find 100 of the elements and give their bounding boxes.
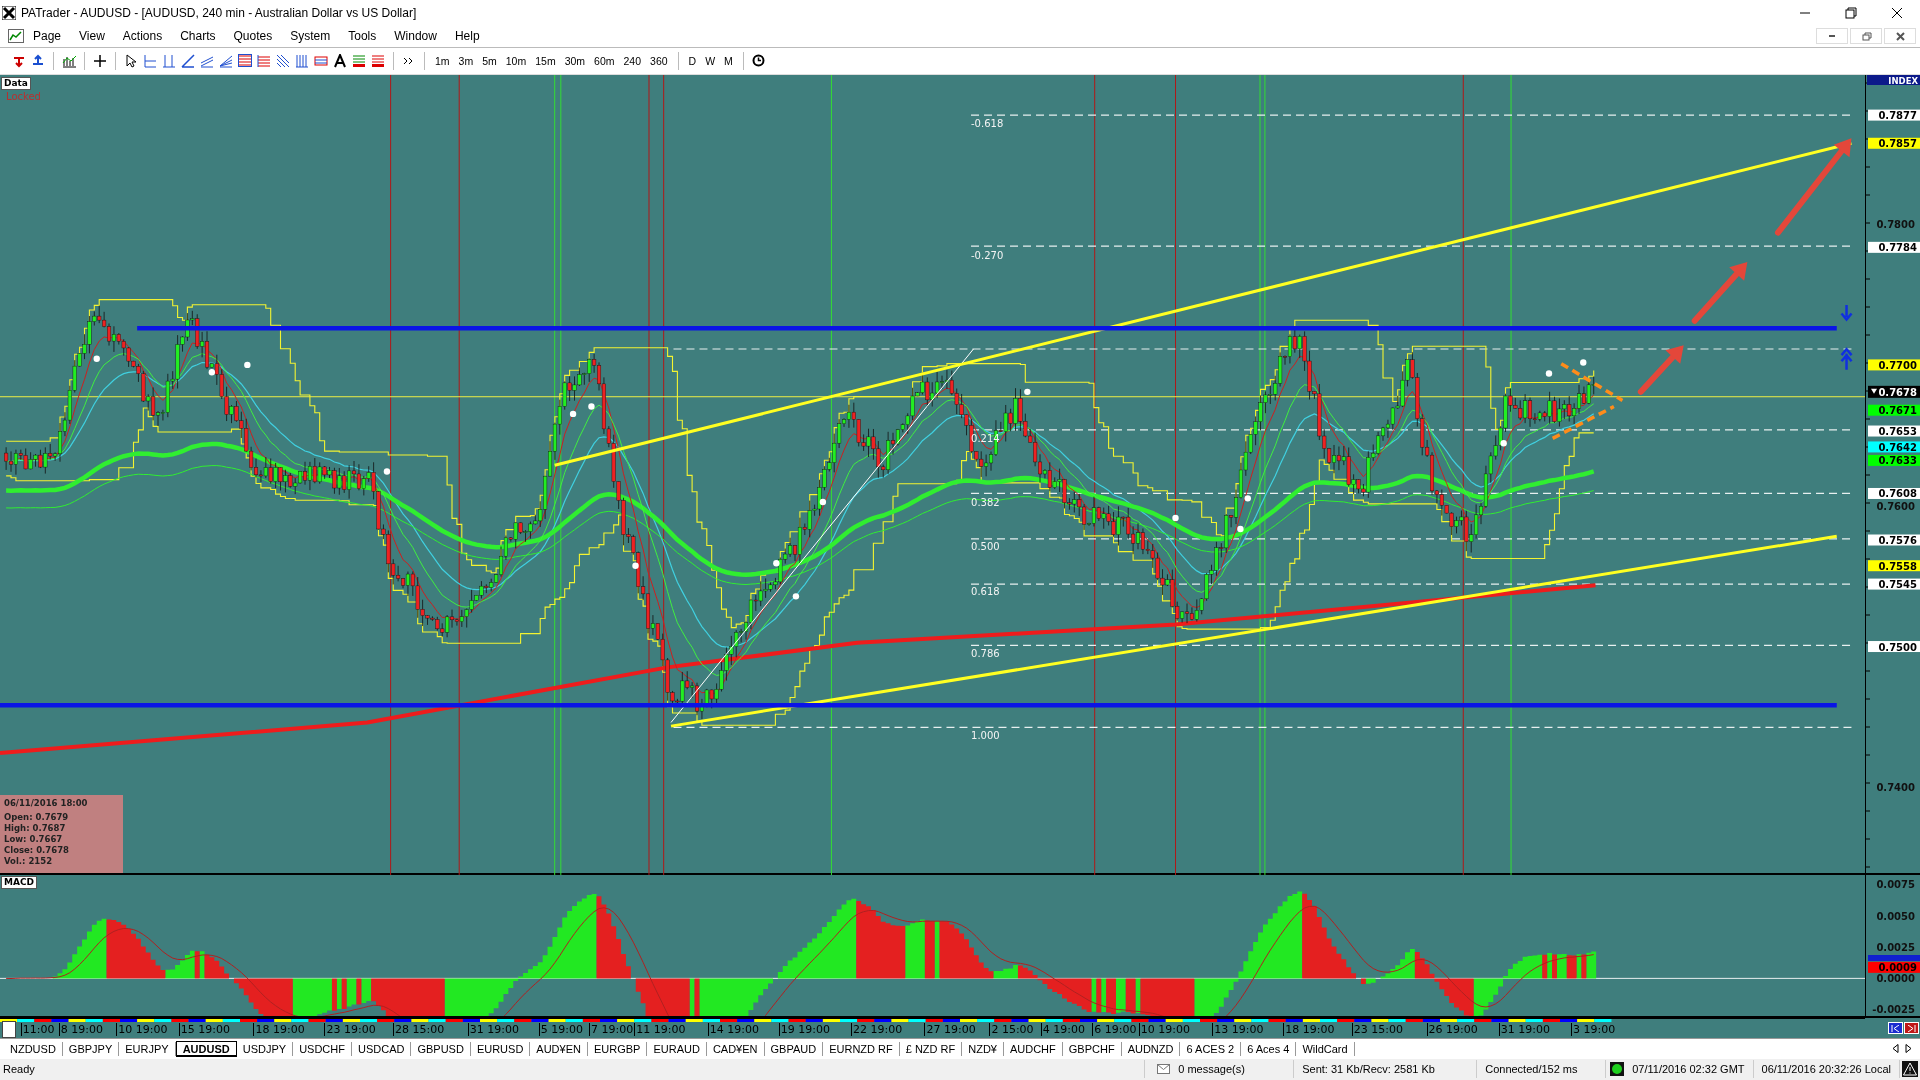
axis-label: 0.7800: [1876, 219, 1915, 231]
price-marker: 0.7877: [1868, 109, 1920, 122]
window-title: PATrader - AUDUSD - [AUDUSD, 240 min - Australian Dollar vs US Dollar]: [21, 5, 418, 20]
timeframe-button[interactable]: 15m: [533, 54, 558, 67]
data-button[interactable]: Data: [1, 77, 31, 91]
bar-value: Low: 0.7667: [4, 834, 64, 845]
period-button[interactable]: D: [686, 54, 699, 67]
timeframe-button[interactable]: 1m: [433, 54, 452, 67]
levels-icon[interactable]: [257, 53, 271, 68]
close-icon[interactable]: [1891, 6, 1903, 19]
fan-icon[interactable]: [219, 53, 233, 68]
scroll-right-icon[interactable]: [1905, 1044, 1912, 1054]
up-arrow-icon: [1840, 347, 1853, 372]
mail-icon: [1157, 1064, 1171, 1075]
menu-item[interactable]: Page: [24, 29, 71, 44]
indicator-label: MACD: [1, 876, 37, 890]
rectangle-tool-icon[interactable]: [314, 53, 328, 68]
price-marker: 0.7576: [1868, 534, 1920, 547]
child-close-button[interactable]: [1884, 28, 1916, 45]
fib-level-label: 0.618: [971, 586, 1000, 598]
bar-value: Open: 0.7679: [4, 812, 70, 823]
time-label: 22 19:00: [851, 1023, 903, 1037]
arrow: [1637, 345, 1684, 395]
buy-arrow-icon[interactable]: [31, 53, 45, 68]
fib-level-label: 0.382: [971, 496, 1000, 508]
font-icon[interactable]: [333, 53, 347, 68]
time-label: 7 19:00: [589, 1023, 634, 1037]
timeframe-button[interactable]: 30m: [562, 54, 588, 67]
bars-icon[interactable]: [295, 53, 309, 68]
menu-item[interactable]: Window: [385, 29, 446, 44]
time-label: 8 19:00: [58, 1023, 103, 1037]
time-label: 11 19:00: [634, 1023, 686, 1037]
timeframe-button[interactable]: 5m: [480, 54, 499, 67]
restore-icon: [1860, 31, 1872, 41]
time-label: 14 19:00: [707, 1023, 759, 1037]
pattern-tool-icon[interactable]: [352, 53, 366, 68]
timeframe-button[interactable]: 3m: [456, 54, 476, 67]
time-label: 28 15:00: [393, 1023, 445, 1037]
menu-item[interactable]: System: [281, 29, 340, 44]
time-label: 10 19:00: [1138, 1023, 1190, 1037]
time-label: 6 19:00: [1092, 1023, 1137, 1037]
crosshair-icon[interactable]: [93, 53, 107, 68]
bar-value: High: 0.7687: [4, 823, 67, 834]
child-minimize-button[interactable]: [1816, 28, 1848, 45]
scroll-left-icon[interactable]: [1892, 1044, 1899, 1054]
scroll-start-button[interactable]: [1888, 1022, 1903, 1035]
menu-item[interactable]: Charts: [171, 29, 225, 44]
current-price-marker: 0.7678: [1868, 385, 1920, 398]
price-marker: 0.7608: [1868, 488, 1920, 500]
period-button[interactable]: W: [703, 54, 718, 67]
axis-label: 0.0075: [1876, 879, 1915, 891]
time-label: 11:00: [20, 1023, 55, 1037]
timeframe-button[interactable]: 360: [648, 54, 670, 67]
timeframe-button[interactable]: 240: [621, 54, 644, 67]
price-marker: 0.7500: [1868, 641, 1920, 653]
price-marker: 0.7642: [1868, 441, 1920, 453]
axis-label: -0.0025: [1872, 1004, 1915, 1016]
axis-label: 0.0000: [1876, 973, 1915, 985]
message-count: 0 message(s): [1178, 1063, 1245, 1076]
chart-icon[interactable]: [8, 29, 24, 44]
axis-label: 0.0050: [1876, 911, 1915, 922]
restore-icon[interactable]: [1845, 6, 1857, 19]
arrow: [1691, 262, 1748, 324]
price-marker: 0.7857: [1868, 137, 1920, 150]
menu-item[interactable]: View: [70, 29, 114, 44]
time-label: 18 19:00: [253, 1023, 305, 1037]
menu-item[interactable]: Tools: [339, 29, 386, 44]
bar-time: 06/11/2016 18:00: [4, 798, 89, 809]
timeframe-button[interactable]: 10m: [503, 54, 529, 67]
timeframe-button[interactable]: 60m: [592, 54, 617, 67]
axis-label: 0.0025: [1876, 941, 1915, 953]
fib-level-label: -0.618: [971, 118, 1004, 130]
scroll-thumb[interactable]: [2, 1021, 16, 1039]
price-marker: 0.7633: [1868, 455, 1920, 467]
menu-item[interactable]: Help: [445, 29, 489, 44]
fib-level-label: 0.500: [971, 540, 1000, 552]
connection-text: Connected/152 ms: [1485, 1063, 1578, 1076]
bar-value: Vol.: 2152: [4, 856, 54, 867]
hatched-icon[interactable]: [276, 53, 290, 68]
time-label: 2 15:00: [989, 1023, 1034, 1037]
symbol-tab[interactable]: AUDUSD: [175, 1040, 237, 1057]
connection-status-icon: [1610, 1062, 1625, 1077]
scroll-end-button[interactable]: [1904, 1022, 1919, 1035]
menu-item[interactable]: Actions: [113, 29, 172, 44]
cursor-icon[interactable]: [124, 53, 138, 68]
fib-level-label: -0.270: [971, 250, 1004, 262]
time-label: 23 19:00: [324, 1023, 376, 1037]
chart-icon[interactable]: [62, 53, 76, 68]
levels-icon[interactable]: [238, 53, 252, 68]
time-label: 10 19:00: [116, 1023, 168, 1037]
stop-tool-icon[interactable]: [371, 53, 385, 68]
gmt-time: 07/11/2016 02:32 GMT: [1632, 1063, 1745, 1076]
menu-item[interactable]: Quotes: [224, 29, 282, 44]
price-marker: 0.7545: [1868, 578, 1920, 591]
axis-header: INDEX: [1867, 75, 1920, 86]
period-button[interactable]: M: [722, 54, 735, 67]
time-label: 18 19:00: [1283, 1023, 1335, 1037]
trend-line-icon[interactable]: [181, 53, 195, 68]
price-marker: 0.7653: [1868, 425, 1920, 438]
clock-icon[interactable]: [751, 54, 765, 68]
